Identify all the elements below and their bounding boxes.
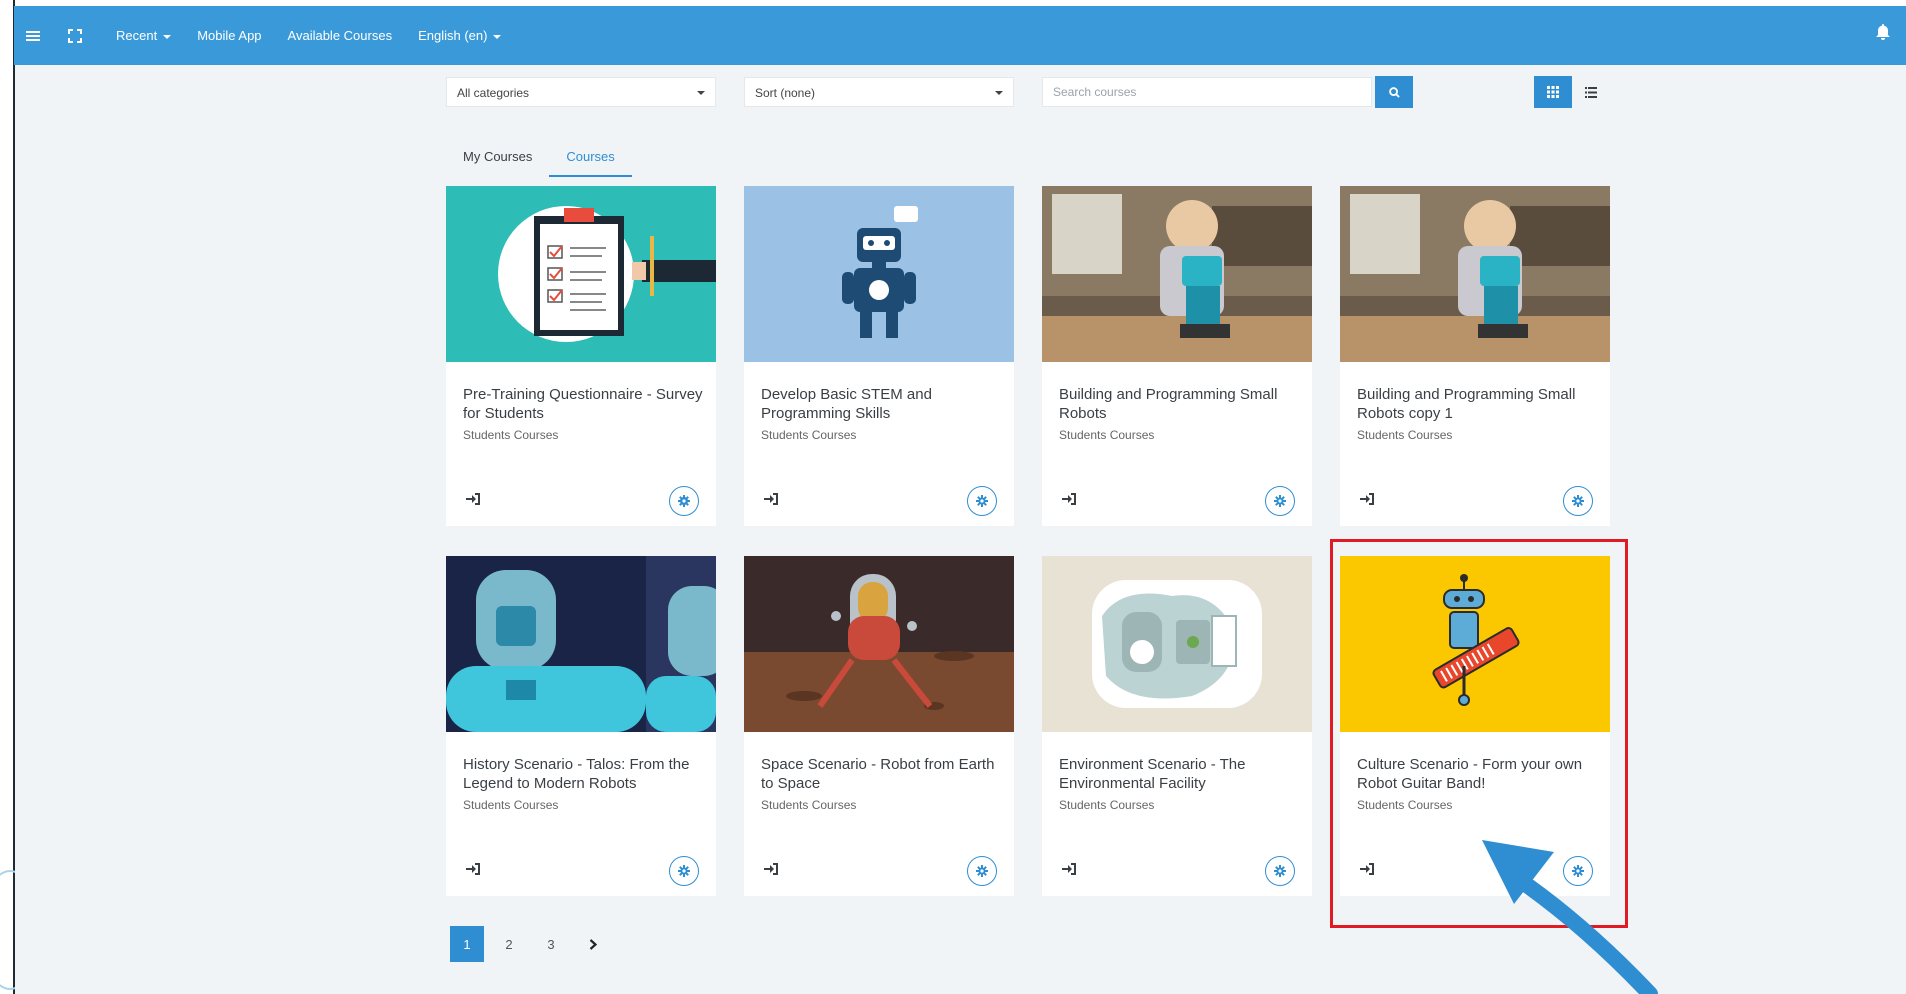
enter-icon[interactable] [764,493,778,505]
course-image-cyan-robots[interactable] [446,556,716,732]
course-title[interactable]: History Scenario - Talos: From the Legen… [463,755,708,793]
course-card: Space Scenario - Robot from Earth to Spa… [744,556,1014,896]
course-settings-button[interactable] [1563,486,1593,516]
course-image-environment[interactable] [1042,556,1312,732]
course-card: Environment Scenario - The Environmental… [1042,556,1312,896]
course-image-space-robot[interactable] [744,556,1014,732]
gear-icon [1274,495,1286,507]
pointer-arrow-icon [1482,840,1658,994]
list-view-button[interactable] [1572,76,1610,108]
course-category: Students Courses [1059,798,1155,812]
sort-select-value: Sort (none) [755,86,816,100]
course-category: Students Courses [1059,428,1155,442]
enter-icon[interactable] [466,493,480,505]
page-2-link[interactable]: 2 [492,926,526,962]
enter-icon[interactable] [1360,493,1374,505]
hamburger-icon[interactable] [22,25,44,47]
course-title[interactable]: Building and Programming Small Robots [1059,385,1304,423]
course-card: Building and Programming Small Robots co… [1340,186,1610,526]
enter-icon[interactable] [1062,863,1076,875]
gear-icon [976,495,988,507]
gear-icon [1274,865,1286,877]
enter-icon[interactable] [1062,493,1076,505]
search-input[interactable] [1042,77,1372,107]
grid-view-icon [1547,86,1559,98]
bell-icon[interactable] [1876,24,1890,45]
search-icon [1388,86,1400,98]
gear-icon [1572,495,1584,507]
language-menu[interactable]: English (en) [418,28,502,43]
caret-down-icon [493,34,502,39]
course-category: Students Courses [463,798,559,812]
gear-icon [976,865,988,877]
recent-menu[interactable]: Recent [116,28,172,43]
gear-icon [678,865,690,877]
tab-courses[interactable]: Courses [549,141,632,177]
page-3-link[interactable]: 3 [534,926,568,962]
dropdown-arrow-icon [995,91,1003,95]
course-tabs: My Courses Courses [446,141,632,177]
fullscreen-icon[interactable] [64,25,86,47]
course-title[interactable]: Building and Programming Small Robots co… [1357,385,1602,423]
sort-select[interactable]: Sort (none) [744,77,1014,107]
grid-view-button[interactable] [1534,76,1572,108]
course-card: History Scenario - Talos: From the Legen… [446,556,716,896]
next-page-link[interactable] [576,926,610,962]
category-select[interactable]: All categories [446,77,716,107]
course-image-robot-hi[interactable] [744,186,1014,362]
category-select-value: All categories [457,86,530,100]
course-settings-button[interactable] [1265,486,1295,516]
course-title[interactable]: Develop Basic STEM and Programming Skill… [761,385,1006,423]
course-image-clipboard[interactable] [446,186,716,362]
chevron-right-icon [589,938,597,950]
course-title[interactable]: Pre-Training Questionnaire - Survey for … [463,385,708,423]
enter-icon[interactable] [764,863,778,875]
course-image-child-robot[interactable] [1042,186,1312,362]
course-category: Students Courses [761,798,857,812]
dropdown-arrow-icon [697,91,705,95]
course-card: Develop Basic STEM and Programming Skill… [744,186,1014,526]
mobile-app-link[interactable]: Mobile App [197,28,261,43]
caret-down-icon [163,34,172,39]
course-title[interactable]: Environment Scenario - The Environmental… [1059,755,1304,793]
course-image-child-robot[interactable] [1340,186,1610,362]
page-1-link[interactable]: 1 [450,926,484,962]
course-settings-button[interactable] [669,856,699,886]
course-card: Building and Programming Small Robots St… [1042,186,1312,526]
course-settings-button[interactable] [1265,856,1295,886]
course-title[interactable]: Space Scenario - Robot from Earth to Spa… [761,755,1006,793]
available-courses-link[interactable]: Available Courses [288,28,393,43]
language-label: English (en) [418,28,488,43]
search-button[interactable] [1375,76,1413,108]
course-settings-button[interactable] [967,856,997,886]
course-settings-button[interactable] [967,486,997,516]
tab-my-courses[interactable]: My Courses [446,141,549,177]
recent-label: Recent [116,28,158,43]
gear-icon [678,495,690,507]
course-settings-button[interactable] [669,486,699,516]
course-category: Students Courses [761,428,857,442]
course-card: Pre-Training Questionnaire - Survey for … [446,186,716,526]
pagination: 1 2 3 [450,926,618,962]
enter-icon[interactable] [466,863,480,875]
course-category: Students Courses [463,428,559,442]
course-category: Students Courses [1357,428,1453,442]
top-navbar: Recent Mobile App Available Courses Engl… [14,6,1906,65]
list-view-icon [1585,86,1597,98]
